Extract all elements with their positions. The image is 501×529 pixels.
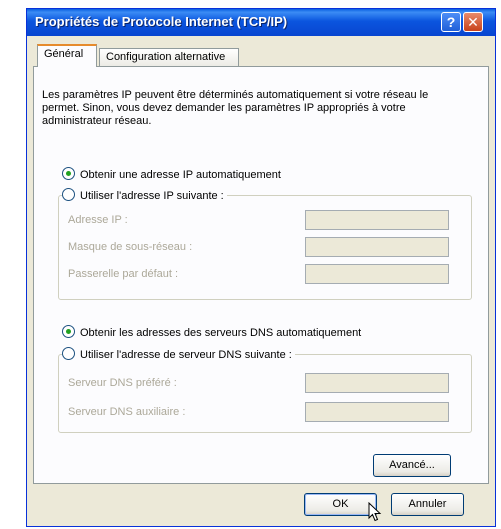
preferred-dns-label: Serveur DNS préféré : bbox=[68, 377, 177, 389]
ip-manual-option[interactable]: Utiliser l'adresse IP suivante : bbox=[62, 188, 227, 202]
ip-address-field[interactable] bbox=[305, 210, 449, 230]
ip-manual-label: Utiliser l'adresse IP suivante : bbox=[80, 190, 224, 202]
title-bar[interactable]: Propriétés de Protocole Internet (TCP/IP… bbox=[27, 9, 495, 36]
subnet-mask-label: Masque de sous-réseau : bbox=[68, 241, 193, 253]
dns-manual-group: Serveur DNS préféré : Serveur DNS auxili… bbox=[58, 354, 472, 433]
advanced-button[interactable]: Avancé... bbox=[373, 454, 451, 477]
tab-alternate-configuration[interactable]: Configuration alternative bbox=[99, 48, 239, 66]
general-tab-panel: Les paramètres IP peuvent être déterminé… bbox=[33, 66, 489, 484]
default-gateway-label: Passerelle par défaut : bbox=[68, 268, 179, 280]
close-icon: ✕ bbox=[467, 14, 479, 30]
dns-manual-label: Utiliser l'adresse de serveur DNS suivan… bbox=[80, 349, 292, 361]
subnet-mask-field[interactable] bbox=[305, 237, 449, 257]
ip-manual-group: Adresse IP : Masque de sous-réseau : Pas… bbox=[58, 195, 472, 300]
close-button[interactable]: ✕ bbox=[463, 12, 483, 32]
default-gateway-field[interactable] bbox=[305, 264, 449, 284]
ip-address-label: Adresse IP : bbox=[68, 214, 128, 226]
ip-auto-option[interactable]: Obtenir une adresse IP automatiquement bbox=[62, 167, 284, 181]
mouse-pointer-icon bbox=[368, 502, 382, 522]
dns-auto-label: Obtenir les adresses des serveurs DNS au… bbox=[80, 327, 362, 339]
intro-text: Les paramètres IP peuvent être déterminé… bbox=[42, 89, 429, 127]
dns-manual-option[interactable]: Utiliser l'adresse de serveur DNS suivan… bbox=[62, 347, 295, 361]
alternate-dns-label: Serveur DNS auxiliaire : bbox=[68, 406, 186, 418]
ip-manual-radio[interactable] bbox=[62, 188, 75, 201]
dns-auto-option[interactable]: Obtenir les adresses des serveurs DNS au… bbox=[62, 325, 365, 339]
ip-auto-radio[interactable] bbox=[62, 167, 75, 180]
tab-general[interactable]: Général bbox=[37, 44, 97, 67]
help-button[interactable]: ? bbox=[441, 12, 461, 32]
preferred-dns-field[interactable] bbox=[305, 373, 449, 393]
help-icon: ? bbox=[446, 14, 456, 30]
ip-auto-label: Obtenir une adresse IP automatiquement bbox=[80, 169, 281, 181]
alternate-dns-field[interactable] bbox=[305, 402, 449, 422]
ok-button[interactable]: OK bbox=[304, 493, 377, 516]
dns-manual-radio[interactable] bbox=[62, 347, 75, 360]
window-title: Propriétés de Protocole Internet (TCP/IP… bbox=[35, 14, 288, 29]
cancel-button[interactable]: Annuler bbox=[391, 493, 464, 516]
dns-auto-radio[interactable] bbox=[62, 325, 75, 338]
tcpip-properties-dialog: Propriétés de Protocole Internet (TCP/IP… bbox=[26, 8, 496, 527]
